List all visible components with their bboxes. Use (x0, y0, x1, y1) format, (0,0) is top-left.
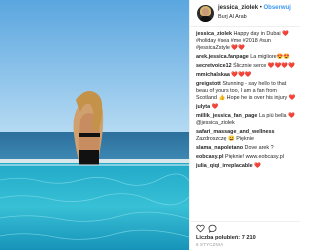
location-link[interactable]: Burj Al Arab (218, 14, 247, 20)
comment-item: julyta ❤️ (196, 104, 296, 111)
comment-item: secretvoice12 Ślicznie serce ❤️❤️❤️❤️ (196, 63, 296, 70)
comment-text: Pięknie! www.eobcasy.pl (224, 154, 284, 160)
comment-username[interactable]: julyta (196, 104, 210, 110)
likes-number: 7 210 (241, 235, 256, 241)
pool-photo-image (0, 0, 189, 250)
comment-username[interactable]: slama_napoletano (196, 145, 243, 151)
comment-text: Zazdroszczę 😀 Pięknie (196, 136, 254, 142)
comment-item: arek.jessica.fanpage La migliore😍😍 (196, 54, 296, 61)
post-date: 6 STYCZNIA (196, 242, 224, 247)
comment-item: eobcasy.pl Pięknie! www.eobcasy.pl (196, 154, 296, 161)
comment-username[interactable]: mmichalskaa (196, 72, 230, 78)
comment-username[interactable]: julia_qiqi_irreplacable (196, 163, 253, 169)
post-footer: Liczba polubień: 7 210 6 STYCZNIA (190, 221, 300, 250)
comment-item: greigstott Stunning - say hello to that … (196, 81, 296, 102)
comment-icon[interactable] (208, 224, 217, 233)
post-sidebar: jessica_ziolek • Obserwuj Burj Al Arab j… (189, 0, 300, 250)
comment-text: Dove arek ? (244, 145, 274, 151)
avatar[interactable] (197, 5, 214, 22)
comment-text: ❤️ (254, 163, 261, 169)
header-username-line: jessica_ziolek • Obserwuj (218, 5, 291, 11)
comment-username[interactable]: jessica_ziolek (196, 31, 232, 37)
post-photo[interactable] (0, 0, 189, 250)
comment-item: safari_massage_and_wellness Zazdroszczę … (196, 129, 296, 143)
heart-icon[interactable] (196, 224, 205, 233)
header-username[interactable]: jessica_ziolek (218, 5, 258, 11)
header-separator: • (259, 5, 262, 11)
likes-label: Liczba polubień: (196, 235, 241, 241)
comment-username[interactable]: eobcasy.pl (196, 154, 223, 160)
follow-button[interactable]: Obserwuj (263, 5, 290, 11)
comment-username[interactable]: millik_jessica_fan_page (196, 113, 257, 119)
post-header: jessica_ziolek • Obserwuj Burj Al Arab (190, 0, 300, 27)
comment-text: ❤️❤️❤️ (231, 72, 252, 78)
comment-item: jessica_ziolek Happy day in Dubai ❤️ #ho… (196, 31, 296, 52)
comment-text: La migliore😍😍 (250, 54, 291, 60)
likes-count[interactable]: Liczba polubień: 7 210 (196, 235, 294, 241)
comment-username[interactable]: secretvoice12 (196, 63, 232, 69)
comment-item: slama_napoletano Dove arek ? (196, 145, 296, 152)
comment-username[interactable]: safari_massage_and_wellness (196, 129, 275, 135)
comment-item: mmichalskaa ❤️❤️❤️ (196, 72, 296, 79)
instagram-post: jessica_ziolek • Obserwuj Burj Al Arab j… (0, 0, 300, 250)
comment-username[interactable]: greigstott (196, 81, 221, 87)
comment-item: millik_jessica_fan_page La più bella ❤️ … (196, 113, 296, 127)
comment-text: Ślicznie serce ❤️❤️❤️❤️ (233, 63, 295, 69)
comment-username[interactable]: arek.jessica.fanpage (196, 54, 249, 60)
action-icons (196, 224, 294, 233)
comments-list: jessica_ziolek Happy day in Dubai ❤️ #ho… (190, 28, 300, 220)
comment-text: ❤️ (211, 104, 219, 110)
comment-item: julia_qiqi_irreplacable ❤️ (196, 163, 296, 170)
